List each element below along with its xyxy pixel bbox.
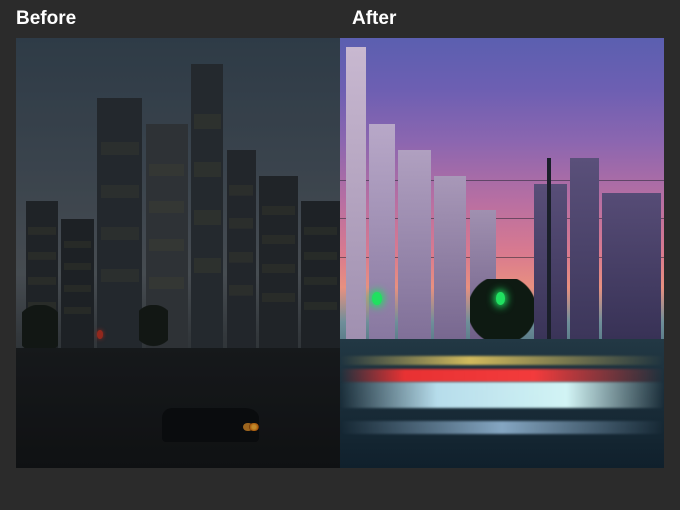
before-image: [16, 38, 340, 468]
light-trail: [340, 356, 664, 365]
after-label: After: [352, 8, 396, 30]
building: [346, 47, 365, 339]
utility-pole: [547, 158, 551, 364]
image-panels: [16, 38, 664, 468]
light-trail: [340, 421, 664, 434]
building: [398, 150, 430, 339]
label-row: Before After: [0, 0, 680, 36]
building: [602, 193, 660, 339]
building: [570, 158, 599, 339]
before-after-comparison: Before After: [0, 0, 680, 510]
building: [434, 176, 466, 339]
light-trail: [340, 382, 664, 408]
dark-overlay: [16, 38, 340, 468]
traffic-light-green: [496, 292, 506, 305]
traffic-light-green: [372, 292, 382, 305]
building: [369, 124, 395, 339]
after-image: [340, 38, 664, 468]
before-label: Before: [16, 8, 352, 30]
light-trail: [340, 369, 664, 382]
